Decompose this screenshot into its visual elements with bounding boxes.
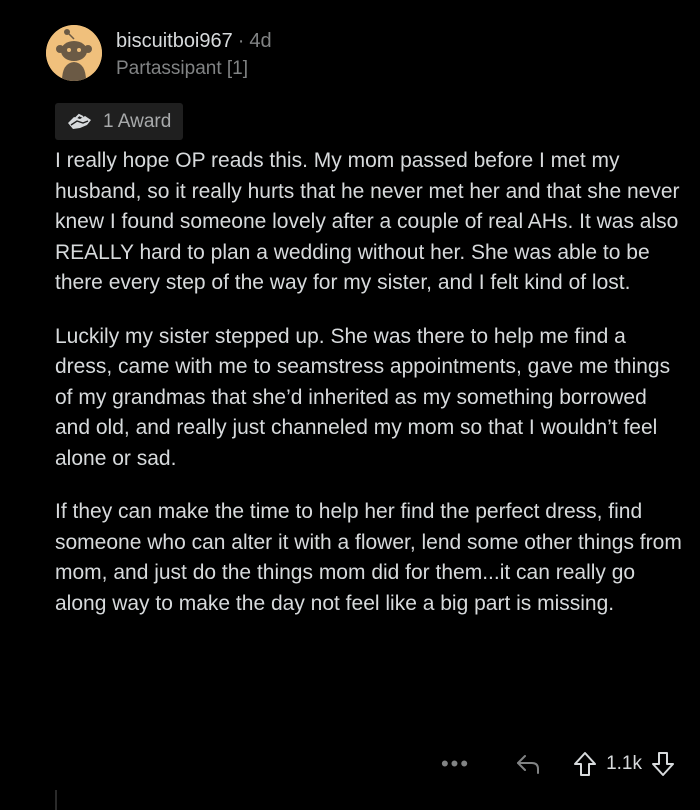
comment-paragraph: Luckily my sister stepped up. She was th… xyxy=(55,324,671,470)
comment-body: I really hope OP reads this. My mom pass… xyxy=(55,146,685,642)
comment-paragraph: If they can make the time to help her fi… xyxy=(55,500,682,615)
reply-button[interactable] xyxy=(514,751,542,777)
user-flair: Partassipant [1] xyxy=(116,58,249,79)
upvote-button[interactable] xyxy=(572,750,598,778)
snoo-avatar-icon xyxy=(46,25,102,81)
award-badge[interactable]: 1 Award xyxy=(55,103,184,140)
comment-actions: ••• 1.1k xyxy=(441,747,676,781)
thread-line[interactable] xyxy=(55,790,57,810)
upvote-arrow-icon xyxy=(574,752,597,776)
user-avatar[interactable] xyxy=(46,25,102,81)
helping-hand-award-icon xyxy=(65,111,95,133)
comment-paragraph: I really hope OP reads this. My mom pass… xyxy=(55,149,680,294)
downvote-button[interactable] xyxy=(650,750,676,778)
vote-score: 1.1k xyxy=(606,753,642,774)
separator-dot: · xyxy=(237,30,245,52)
username[interactable]: biscuitboi967 xyxy=(116,30,233,52)
reply-arrow-icon xyxy=(517,755,540,774)
award-count: 1 Award xyxy=(103,110,172,132)
comment-age: 4d xyxy=(249,30,272,52)
downvote-arrow-icon xyxy=(652,752,674,776)
more-options-button[interactable]: ••• xyxy=(441,747,470,781)
comment-author[interactable]: biscuitboi967 · 4d xyxy=(116,29,272,53)
